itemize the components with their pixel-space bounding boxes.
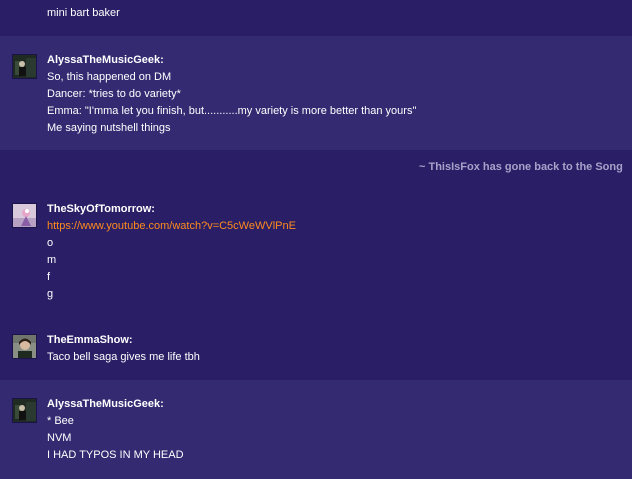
message-lines: mini bart baker bbox=[47, 5, 632, 22]
message-block: mini bart baker bbox=[0, 0, 632, 36]
message-lines: AlyssaTheMusicGeek: * Bee NVM I HAD TYPO… bbox=[47, 396, 632, 464]
username[interactable]: AlyssaTheMusicGeek: bbox=[47, 396, 632, 413]
username[interactable]: TheEmmaShow: bbox=[47, 332, 632, 349]
message-block: AlyssaTheMusicGeek: * Bee NVM I HAD TYPO… bbox=[0, 380, 632, 479]
message-text: NVM bbox=[47, 432, 72, 444]
message-text: Dancer: *tries to do variety* bbox=[47, 88, 181, 100]
message-link[interactable]: https://www.youtube.com/watch?v=C5cWeWVl… bbox=[47, 218, 632, 235]
message-text: f bbox=[47, 271, 51, 283]
message-text: Me saying nutshell things bbox=[47, 122, 171, 134]
message-text: So, this happened on DM bbox=[47, 71, 172, 83]
message-text: g bbox=[47, 288, 54, 300]
message-lines: TheSkyOfTomorrow: https://www.youtube.co… bbox=[47, 201, 632, 303]
message-block: AlyssaTheMusicGeek: So, this happened on… bbox=[0, 36, 632, 150]
user-avatar[interactable] bbox=[12, 334, 37, 359]
user-avatar[interactable] bbox=[12, 54, 37, 79]
username[interactable]: AlyssaTheMusicGeek: bbox=[47, 52, 632, 69]
status-message: ~ ThisIsFox has gone back to the Song bbox=[419, 161, 623, 173]
user-avatar[interactable] bbox=[12, 398, 37, 423]
message-lines: TheEmmaShow: Taco bell saga gives me lif… bbox=[47, 332, 632, 366]
message-text: Emma: "I'mma let you finish, but........… bbox=[47, 105, 417, 117]
username[interactable]: TheSkyOfTomorrow: bbox=[47, 201, 632, 218]
message-block: TheEmmaShow: Taco bell saga gives me lif… bbox=[0, 320, 632, 380]
message-text: o bbox=[47, 237, 54, 249]
message-lines: AlyssaTheMusicGeek: So, this happened on… bbox=[47, 52, 632, 137]
message-text: mini bart baker bbox=[47, 7, 120, 19]
status-block: ~ ThisIsFox has gone back to the Song bbox=[0, 150, 632, 190]
message-text: m bbox=[47, 254, 57, 266]
message-text: Taco bell saga gives me life tbh bbox=[47, 351, 200, 363]
message-text: * Bee bbox=[47, 415, 74, 427]
message-text: I HAD TYPOS IN MY HEAD bbox=[47, 449, 184, 461]
user-avatar[interactable] bbox=[12, 203, 37, 228]
message-block: TheSkyOfTomorrow: https://www.youtube.co… bbox=[0, 190, 632, 320]
